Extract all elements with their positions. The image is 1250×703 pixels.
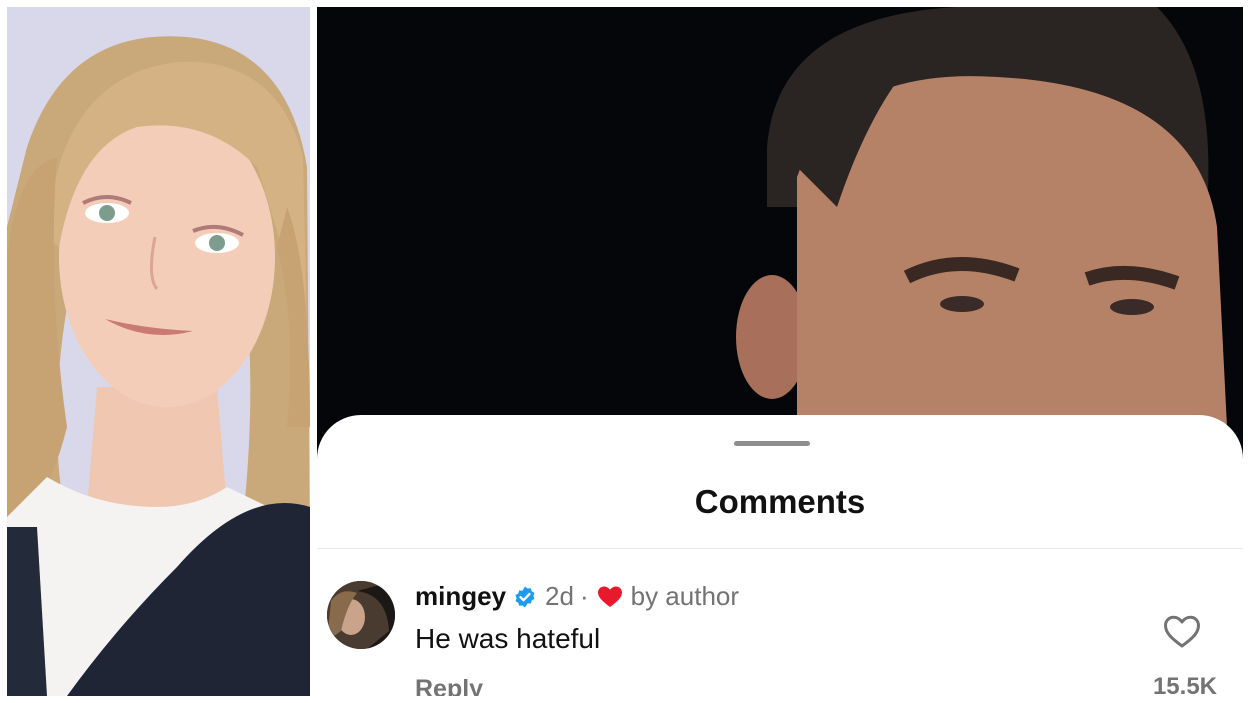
comment-time: 2d	[545, 581, 574, 611]
heart-outline-icon[interactable]	[1163, 615, 1201, 649]
heart-icon	[597, 585, 623, 609]
sheet-title: Comments	[694, 483, 866, 520]
left-portrait-photo	[7, 7, 310, 696]
like-count: 15.5K	[1152, 673, 1217, 696]
sheet-divider	[317, 548, 1243, 549]
avatar-image	[327, 581, 395, 649]
comment-username[interactable]: mingey	[415, 581, 506, 612]
reply-button[interactable]: Reply	[415, 675, 483, 696]
right-portrait-photo: Comments mingey 2d · by author He was ha…	[317, 7, 1243, 696]
comments-sheet: Comments mingey 2d · by author He was ha…	[317, 415, 1243, 696]
avatar[interactable]	[327, 581, 395, 649]
liked-by-author-label: by author	[630, 581, 740, 611]
sheet-drag-handle[interactable]	[734, 441, 810, 446]
meta-separator: ·	[579, 581, 589, 611]
comment-text: He was hateful	[415, 623, 601, 654]
comment-header: mingey 2d · by author	[415, 581, 739, 612]
verified-badge-icon	[513, 585, 537, 609]
woman-portrait-illustration	[7, 7, 310, 696]
